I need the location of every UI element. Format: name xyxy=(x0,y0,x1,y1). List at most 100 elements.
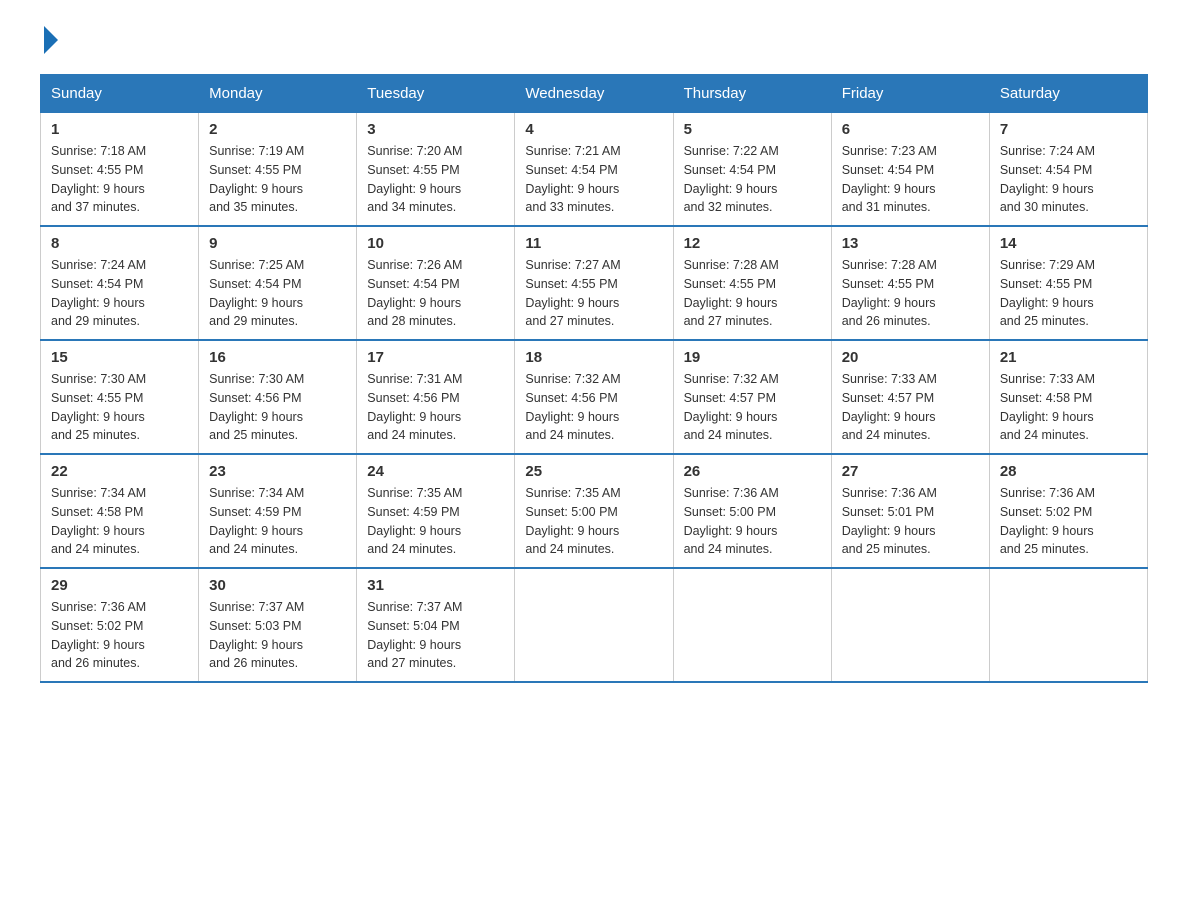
day-info: Sunrise: 7:22 AM Sunset: 4:54 PM Dayligh… xyxy=(684,142,821,217)
day-number: 20 xyxy=(842,349,979,366)
calendar-cell xyxy=(831,568,989,682)
calendar-cell: 8 Sunrise: 7:24 AM Sunset: 4:54 PM Dayli… xyxy=(41,226,199,340)
calendar-cell xyxy=(989,568,1147,682)
calendar-cell: 24 Sunrise: 7:35 AM Sunset: 4:59 PM Dayl… xyxy=(357,454,515,568)
column-header-sunday: Sunday xyxy=(41,75,199,113)
day-info: Sunrise: 7:36 AM Sunset: 5:01 PM Dayligh… xyxy=(842,484,979,559)
calendar-week-row: 1 Sunrise: 7:18 AM Sunset: 4:55 PM Dayli… xyxy=(41,113,1148,227)
column-header-tuesday: Tuesday xyxy=(357,75,515,113)
day-number: 8 xyxy=(51,235,188,252)
column-header-thursday: Thursday xyxy=(673,75,831,113)
calendar-cell: 16 Sunrise: 7:30 AM Sunset: 4:56 PM Dayl… xyxy=(199,340,357,454)
day-info: Sunrise: 7:27 AM Sunset: 4:55 PM Dayligh… xyxy=(525,256,662,331)
logo xyxy=(40,30,58,54)
calendar-cell: 23 Sunrise: 7:34 AM Sunset: 4:59 PM Dayl… xyxy=(199,454,357,568)
day-number: 7 xyxy=(1000,121,1137,138)
day-number: 10 xyxy=(367,235,504,252)
day-number: 11 xyxy=(525,235,662,252)
calendar-cell: 1 Sunrise: 7:18 AM Sunset: 4:55 PM Dayli… xyxy=(41,113,199,227)
day-info: Sunrise: 7:32 AM Sunset: 4:56 PM Dayligh… xyxy=(525,370,662,445)
calendar-table: SundayMondayTuesdayWednesdayThursdayFrid… xyxy=(40,74,1148,683)
calendar-cell xyxy=(673,568,831,682)
calendar-cell: 28 Sunrise: 7:36 AM Sunset: 5:02 PM Dayl… xyxy=(989,454,1147,568)
day-number: 6 xyxy=(842,121,979,138)
column-header-monday: Monday xyxy=(199,75,357,113)
day-info: Sunrise: 7:33 AM Sunset: 4:58 PM Dayligh… xyxy=(1000,370,1137,445)
day-number: 23 xyxy=(209,463,346,480)
day-info: Sunrise: 7:35 AM Sunset: 4:59 PM Dayligh… xyxy=(367,484,504,559)
calendar-cell: 19 Sunrise: 7:32 AM Sunset: 4:57 PM Dayl… xyxy=(673,340,831,454)
column-header-saturday: Saturday xyxy=(989,75,1147,113)
calendar-cell: 14 Sunrise: 7:29 AM Sunset: 4:55 PM Dayl… xyxy=(989,226,1147,340)
page-header xyxy=(40,30,1148,54)
logo-triangle-icon xyxy=(44,26,58,54)
day-number: 21 xyxy=(1000,349,1137,366)
day-number: 24 xyxy=(367,463,504,480)
day-info: Sunrise: 7:21 AM Sunset: 4:54 PM Dayligh… xyxy=(525,142,662,217)
day-info: Sunrise: 7:30 AM Sunset: 4:55 PM Dayligh… xyxy=(51,370,188,445)
calendar-week-row: 29 Sunrise: 7:36 AM Sunset: 5:02 PM Dayl… xyxy=(41,568,1148,682)
day-number: 26 xyxy=(684,463,821,480)
column-header-wednesday: Wednesday xyxy=(515,75,673,113)
day-number: 19 xyxy=(684,349,821,366)
day-info: Sunrise: 7:36 AM Sunset: 5:00 PM Dayligh… xyxy=(684,484,821,559)
day-info: Sunrise: 7:29 AM Sunset: 4:55 PM Dayligh… xyxy=(1000,256,1137,331)
calendar-cell: 20 Sunrise: 7:33 AM Sunset: 4:57 PM Dayl… xyxy=(831,340,989,454)
day-info: Sunrise: 7:24 AM Sunset: 4:54 PM Dayligh… xyxy=(1000,142,1137,217)
calendar-cell: 7 Sunrise: 7:24 AM Sunset: 4:54 PM Dayli… xyxy=(989,113,1147,227)
day-number: 13 xyxy=(842,235,979,252)
calendar-cell: 17 Sunrise: 7:31 AM Sunset: 4:56 PM Dayl… xyxy=(357,340,515,454)
calendar-week-row: 15 Sunrise: 7:30 AM Sunset: 4:55 PM Dayl… xyxy=(41,340,1148,454)
calendar-cell: 22 Sunrise: 7:34 AM Sunset: 4:58 PM Dayl… xyxy=(41,454,199,568)
calendar-cell: 5 Sunrise: 7:22 AM Sunset: 4:54 PM Dayli… xyxy=(673,113,831,227)
calendar-header-row: SundayMondayTuesdayWednesdayThursdayFrid… xyxy=(41,75,1148,113)
calendar-cell: 13 Sunrise: 7:28 AM Sunset: 4:55 PM Dayl… xyxy=(831,226,989,340)
day-number: 27 xyxy=(842,463,979,480)
day-info: Sunrise: 7:28 AM Sunset: 4:55 PM Dayligh… xyxy=(684,256,821,331)
day-number: 12 xyxy=(684,235,821,252)
day-info: Sunrise: 7:24 AM Sunset: 4:54 PM Dayligh… xyxy=(51,256,188,331)
calendar-cell: 21 Sunrise: 7:33 AM Sunset: 4:58 PM Dayl… xyxy=(989,340,1147,454)
day-info: Sunrise: 7:30 AM Sunset: 4:56 PM Dayligh… xyxy=(209,370,346,445)
day-info: Sunrise: 7:35 AM Sunset: 5:00 PM Dayligh… xyxy=(525,484,662,559)
day-info: Sunrise: 7:37 AM Sunset: 5:04 PM Dayligh… xyxy=(367,598,504,673)
calendar-cell: 11 Sunrise: 7:27 AM Sunset: 4:55 PM Dayl… xyxy=(515,226,673,340)
day-info: Sunrise: 7:18 AM Sunset: 4:55 PM Dayligh… xyxy=(51,142,188,217)
day-info: Sunrise: 7:36 AM Sunset: 5:02 PM Dayligh… xyxy=(51,598,188,673)
calendar-cell: 31 Sunrise: 7:37 AM Sunset: 5:04 PM Dayl… xyxy=(357,568,515,682)
calendar-cell: 9 Sunrise: 7:25 AM Sunset: 4:54 PM Dayli… xyxy=(199,226,357,340)
day-number: 1 xyxy=(51,121,188,138)
calendar-cell xyxy=(515,568,673,682)
column-header-friday: Friday xyxy=(831,75,989,113)
day-info: Sunrise: 7:26 AM Sunset: 4:54 PM Dayligh… xyxy=(367,256,504,331)
day-number: 2 xyxy=(209,121,346,138)
calendar-cell: 12 Sunrise: 7:28 AM Sunset: 4:55 PM Dayl… xyxy=(673,226,831,340)
day-number: 16 xyxy=(209,349,346,366)
day-info: Sunrise: 7:20 AM Sunset: 4:55 PM Dayligh… xyxy=(367,142,504,217)
day-info: Sunrise: 7:36 AM Sunset: 5:02 PM Dayligh… xyxy=(1000,484,1137,559)
day-info: Sunrise: 7:32 AM Sunset: 4:57 PM Dayligh… xyxy=(684,370,821,445)
calendar-week-row: 8 Sunrise: 7:24 AM Sunset: 4:54 PM Dayli… xyxy=(41,226,1148,340)
calendar-cell: 26 Sunrise: 7:36 AM Sunset: 5:00 PM Dayl… xyxy=(673,454,831,568)
day-number: 4 xyxy=(525,121,662,138)
calendar-cell: 29 Sunrise: 7:36 AM Sunset: 5:02 PM Dayl… xyxy=(41,568,199,682)
calendar-cell: 10 Sunrise: 7:26 AM Sunset: 4:54 PM Dayl… xyxy=(357,226,515,340)
day-info: Sunrise: 7:34 AM Sunset: 4:59 PM Dayligh… xyxy=(209,484,346,559)
day-number: 17 xyxy=(367,349,504,366)
day-number: 5 xyxy=(684,121,821,138)
calendar-cell: 18 Sunrise: 7:32 AM Sunset: 4:56 PM Dayl… xyxy=(515,340,673,454)
day-info: Sunrise: 7:31 AM Sunset: 4:56 PM Dayligh… xyxy=(367,370,504,445)
day-number: 14 xyxy=(1000,235,1137,252)
day-number: 30 xyxy=(209,577,346,594)
calendar-cell: 27 Sunrise: 7:36 AM Sunset: 5:01 PM Dayl… xyxy=(831,454,989,568)
day-info: Sunrise: 7:37 AM Sunset: 5:03 PM Dayligh… xyxy=(209,598,346,673)
day-number: 31 xyxy=(367,577,504,594)
calendar-cell: 15 Sunrise: 7:30 AM Sunset: 4:55 PM Dayl… xyxy=(41,340,199,454)
day-number: 9 xyxy=(209,235,346,252)
calendar-cell: 25 Sunrise: 7:35 AM Sunset: 5:00 PM Dayl… xyxy=(515,454,673,568)
day-number: 15 xyxy=(51,349,188,366)
day-number: 29 xyxy=(51,577,188,594)
day-number: 18 xyxy=(525,349,662,366)
day-number: 25 xyxy=(525,463,662,480)
calendar-cell: 4 Sunrise: 7:21 AM Sunset: 4:54 PM Dayli… xyxy=(515,113,673,227)
